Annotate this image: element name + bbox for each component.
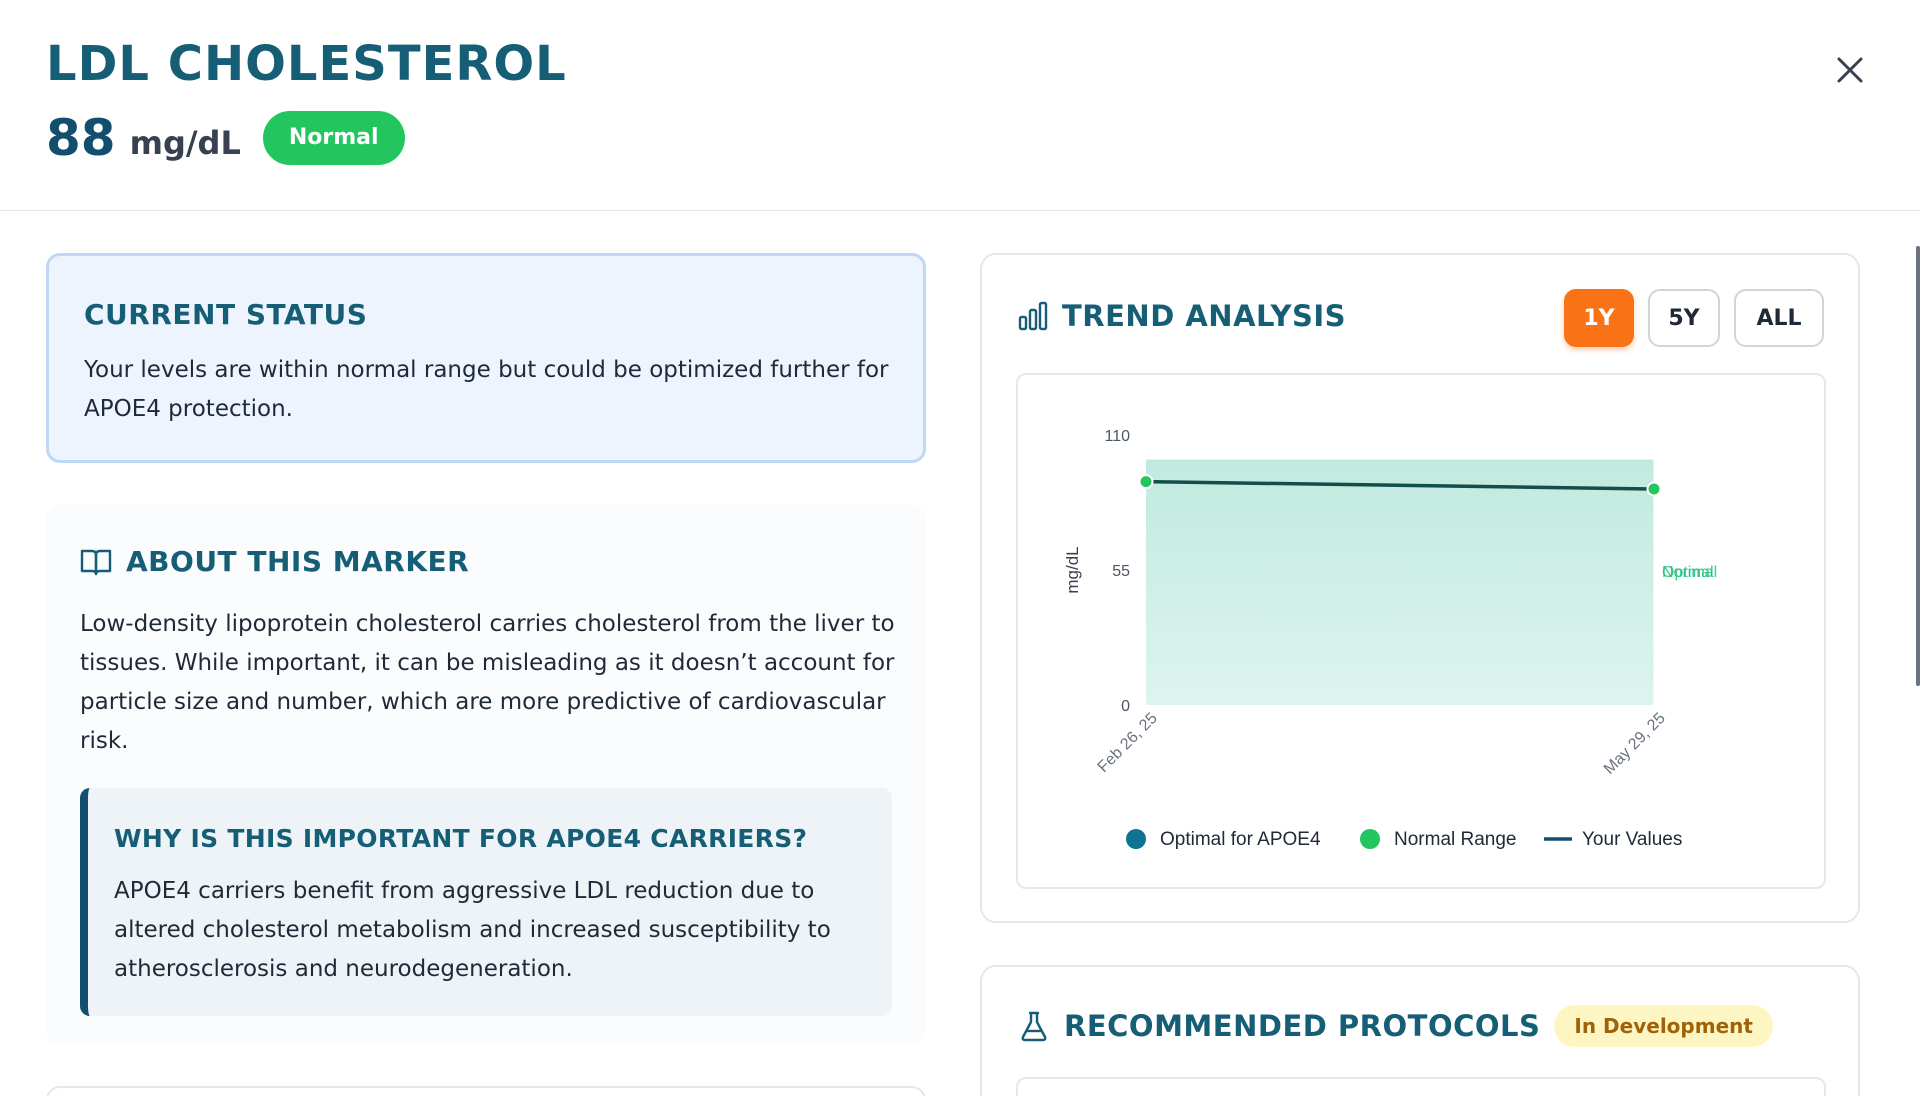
trend-title: TREND ANALYSIS — [1062, 299, 1347, 333]
marker-value-row: 88 mg/dL Normal — [46, 110, 405, 166]
current-status-text: Your levels are within normal range but … — [84, 357, 889, 422]
apoe4-importance-text: APOE4 carriers benefit from aggressive L… — [114, 878, 831, 982]
y-tick-label: 110 — [1104, 428, 1130, 445]
legend-label: Normal Range — [1394, 829, 1517, 850]
legend-swatch — [1360, 829, 1380, 849]
marker-unit: mg/dL — [129, 124, 241, 162]
current-status-title: CURRENT STATUS — [84, 298, 368, 331]
about-title: ABOUT THIS MARKER — [126, 545, 470, 578]
data-point — [1646, 481, 1662, 497]
apoe4-importance-box: WHY IS THIS IMPORTANT FOR APOE4 CARRIERS… — [80, 788, 892, 1016]
y-tick-label: 55 — [1112, 563, 1130, 580]
legend-swatch — [1126, 829, 1146, 849]
scrollbar-thumb[interactable] — [1916, 246, 1920, 686]
legend-label: Your Values — [1582, 829, 1682, 850]
trend-chart: 0 55 110 mg/dL Feb 26, 25 May 29, 25 Normal Opt… — [1016, 373, 1826, 889]
status-badge: Normal — [262, 111, 405, 165]
x-tick-label: May 29, 25 — [1601, 710, 1669, 778]
about-text: Low-density lipoprotein cholesterol carr… — [80, 611, 895, 754]
close-button[interactable] — [1830, 50, 1870, 90]
bar-chart-icon — [1018, 301, 1048, 331]
about-header: ABOUT THIS MARKER — [80, 545, 469, 578]
apoe4-importance-title: WHY IS THIS IMPORTANT FOR APOE4 CARRIERS… — [114, 824, 808, 853]
protocols-title: RECOMMENDED PROTOCOLS — [1064, 1009, 1541, 1043]
close-icon — [1837, 57, 1863, 83]
x-tick-label: Feb 26, 25 — [1095, 710, 1161, 776]
range-selector: 1Y 5Y ALL — [1564, 289, 1824, 347]
range-5y-button[interactable]: 5Y — [1648, 289, 1720, 347]
range-all-button[interactable]: ALL — [1734, 289, 1824, 347]
band-label: Optimal — [1662, 564, 1717, 581]
current-status-card: CURRENT STATUS Your levels are within no… — [46, 253, 926, 463]
trend-chart-svg: 055110mg/dLFeb 26, 25 May 29, 25NormalOpt… — [1063, 428, 1717, 850]
modal-header: LDL CHOLESTEROL 88 mg/dL Normal — [0, 0, 1920, 211]
range-band — [1146, 459, 1654, 705]
recommended-protocols-card: RECOMMENDED PROTOCOLS In Development — [980, 965, 1860, 1096]
y-tick-label: 0 — [1121, 698, 1130, 715]
legend-label: Optimal for APOE4 — [1160, 829, 1321, 850]
range-1y-button[interactable]: 1Y — [1564, 289, 1634, 347]
trend-analysis-card: TREND ANALYSIS 1Y 5Y ALL 0 55 110 mg/dL Feb … — [980, 253, 1860, 923]
marker-value: 88 — [46, 109, 116, 167]
next-card-partial — [46, 1086, 926, 1096]
flask-icon — [1021, 1011, 1047, 1042]
trend-header: TREND ANALYSIS — [1018, 299, 1346, 333]
protocols-content — [1016, 1077, 1826, 1096]
in-development-badge: In Development — [1554, 1005, 1773, 1047]
data-point — [1138, 474, 1154, 490]
marker-title: LDL CHOLESTEROL — [46, 36, 567, 92]
book-open-icon — [80, 549, 112, 575]
protocols-header: RECOMMENDED PROTOCOLS In Development — [1018, 1005, 1773, 1047]
about-marker-card: ABOUT THIS MARKER Low-density lipoprotei… — [46, 505, 926, 1045]
y-axis-label: mg/dL — [1063, 546, 1082, 593]
